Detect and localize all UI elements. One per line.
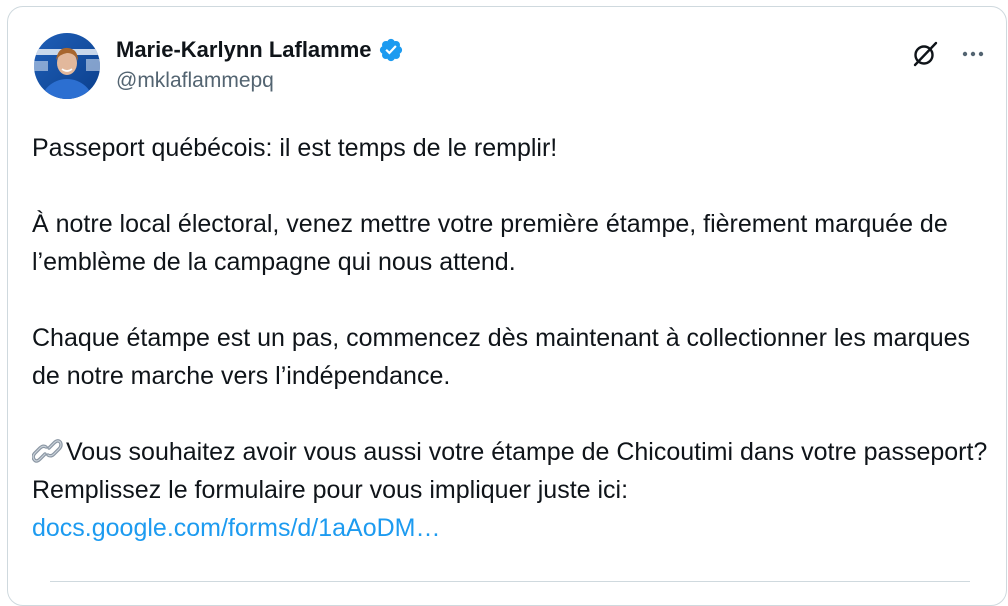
- divider: [50, 581, 970, 582]
- author-block: Marie-Karlynn Laflamme @mklaflammepq: [116, 35, 404, 93]
- link-emoji-icon: [31, 437, 64, 465]
- name-row: Marie-Karlynn Laflamme: [116, 35, 404, 65]
- tweet-actions: [910, 39, 988, 69]
- display-name[interactable]: Marie-Karlynn Laflamme: [116, 37, 372, 63]
- tweet-paragraph-4-text: Vous souhaitez avoir vous aussi votre ét…: [32, 438, 988, 504]
- avatar[interactable]: [34, 33, 100, 99]
- tweet-card[interactable]: Marie-Karlynn Laflamme @mklaflammepq Pas…: [7, 6, 1007, 606]
- form-link[interactable]: docs.google.com/forms/d/1aAoDM…: [32, 514, 441, 542]
- tweet-text: Passeport québécois: il est temps de le …: [31, 129, 992, 547]
- tweet-paragraph-4: Vous souhaitez avoir vous aussi votre ét…: [31, 433, 992, 547]
- verified-badge-icon: [378, 37, 404, 63]
- profile-photo-icon: [34, 33, 100, 99]
- ellipsis-icon[interactable]: [958, 39, 988, 69]
- tweet-paragraph-1: Passeport québécois: il est temps de le …: [32, 134, 558, 162]
- tweet-paragraph-3: Chaque étampe est un pas, commencez dès …: [32, 324, 971, 390]
- tweet-paragraph-2: À notre local électoral, venez mettre vo…: [32, 210, 948, 276]
- slash-circle-icon[interactable]: [910, 39, 940, 69]
- handle[interactable]: @mklaflammepq: [116, 69, 404, 93]
